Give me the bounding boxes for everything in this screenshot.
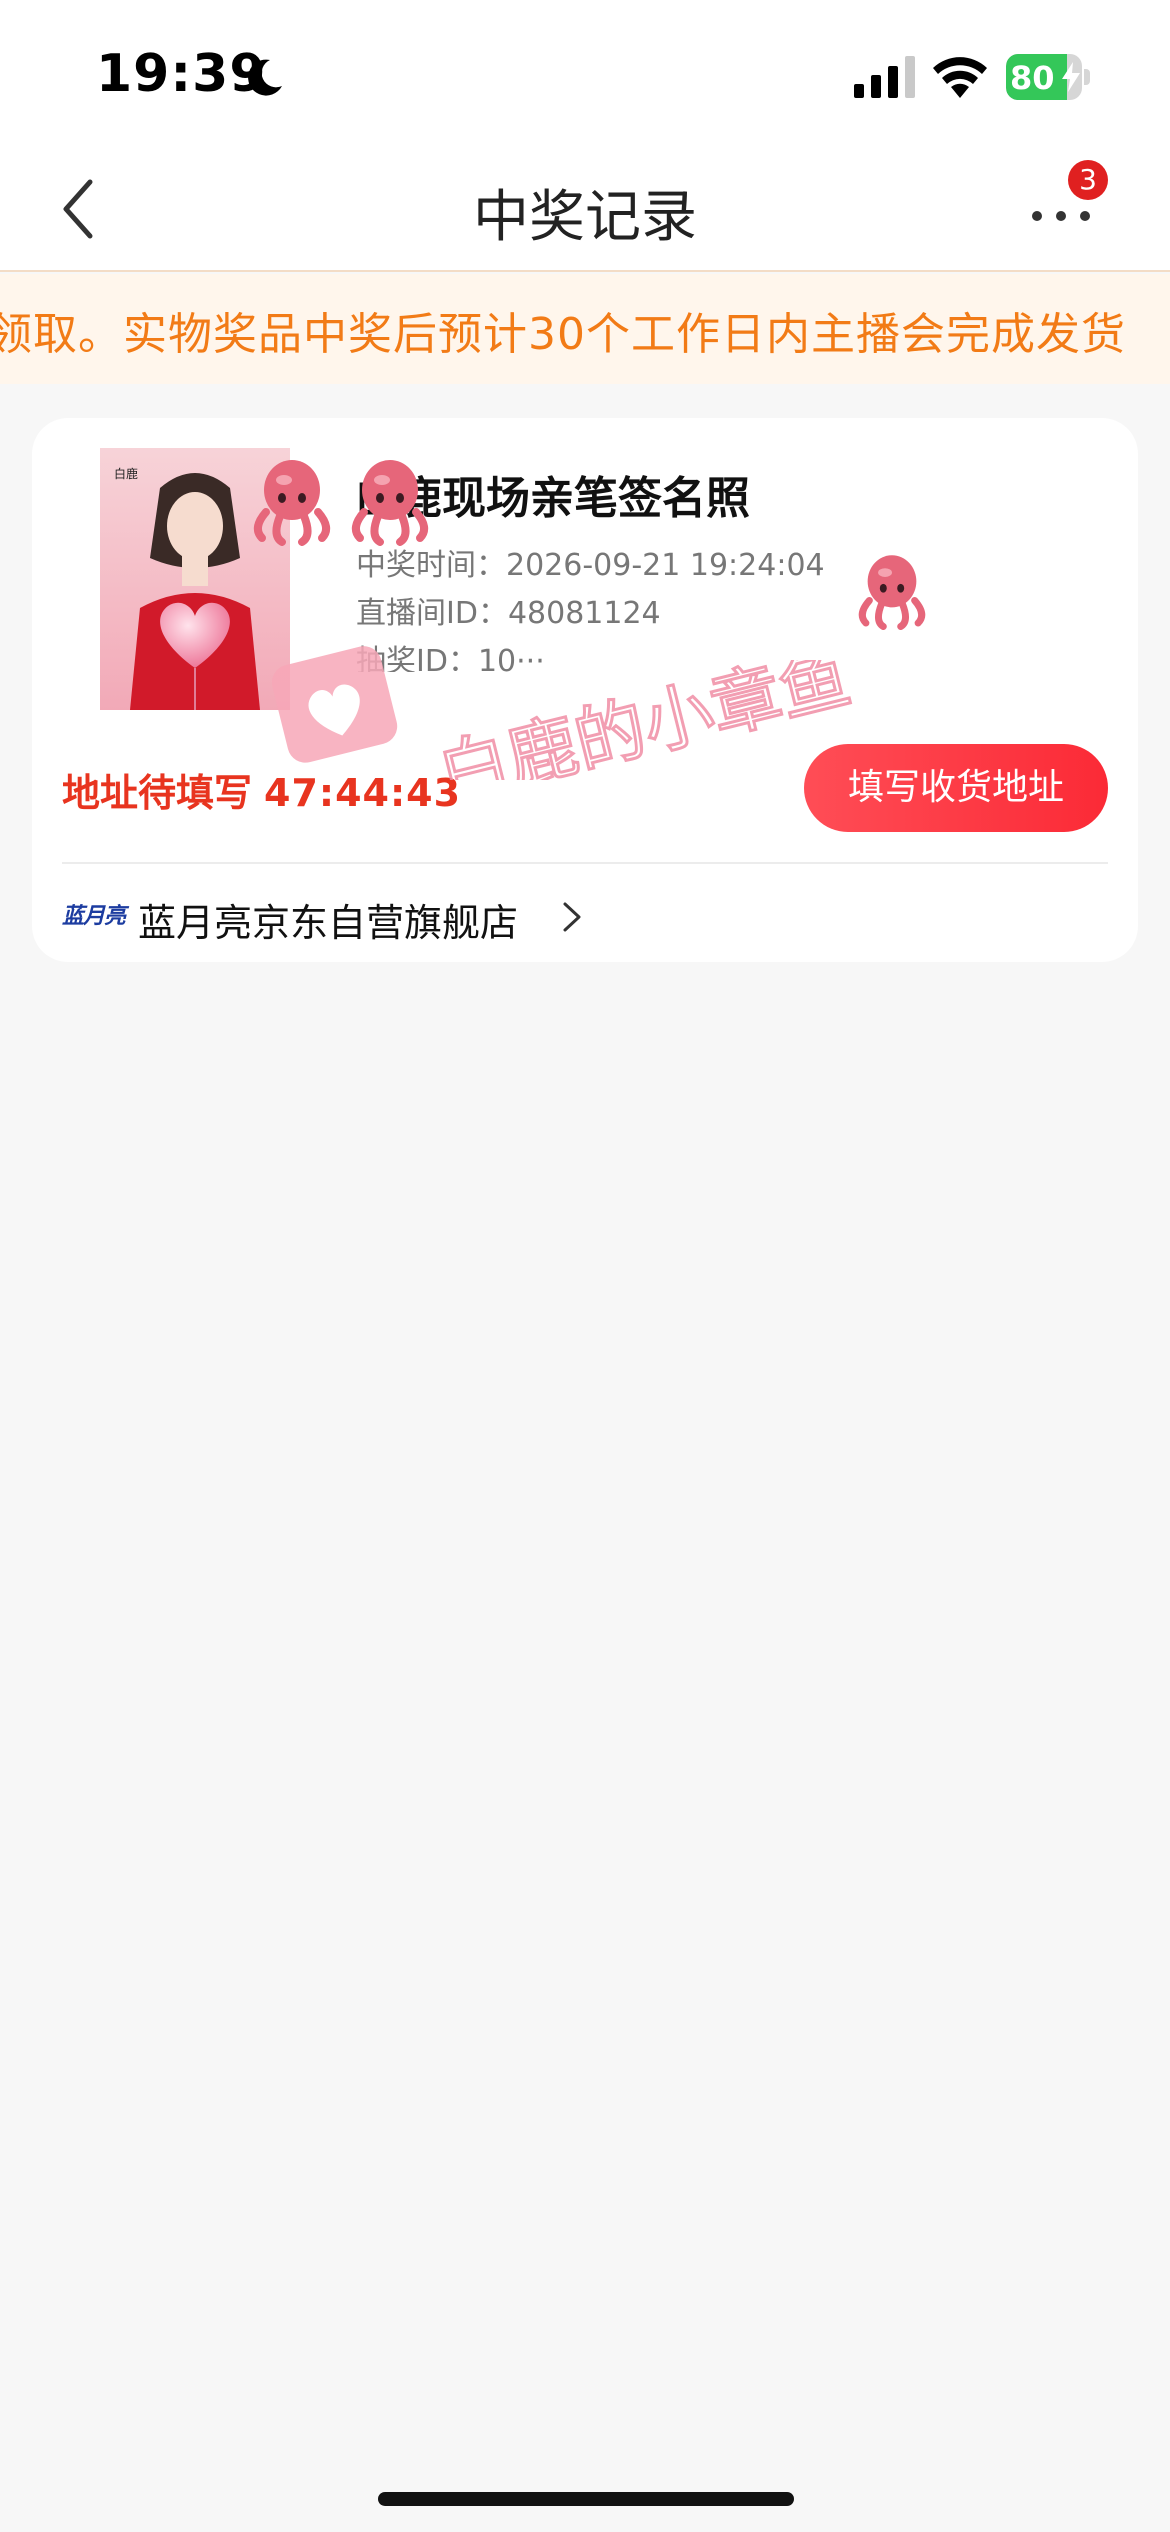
octopus-sticker xyxy=(253,460,331,546)
battery-percent: 80 xyxy=(1010,59,1055,97)
bolt-icon xyxy=(1062,62,1080,92)
battery-charging-icon: 80 xyxy=(1006,54,1090,100)
win-time: 中奖时间：2026-09-21 19:24:04 xyxy=(356,548,825,583)
signal-icon xyxy=(854,56,915,98)
heart-sticker xyxy=(271,646,398,763)
fill-address-button[interactable]: 填写收货地址 xyxy=(804,744,1108,832)
octopus-sticker xyxy=(351,460,429,546)
octopus-sticker xyxy=(858,555,926,630)
notice-banner: 领取。实物奖品中奖后预计30个工作日内主播会完成发货 xyxy=(0,274,1170,384)
shop-name: 蓝月亮京东自营旗舰店 xyxy=(138,901,519,945)
prize-card[interactable]: 白鹿 白鹿现场亲笔签名照 中奖时间：2026-09-21 19:24:04 直播… xyxy=(32,418,1138,962)
address-status-label: 地址待填写 xyxy=(62,771,253,815)
notification-badge: 3 xyxy=(1068,160,1108,200)
chevron-right-icon xyxy=(563,902,581,932)
status-bar: 19:39 80 xyxy=(0,0,1170,150)
shop-logo: 蓝月亮 xyxy=(62,904,126,929)
page-title: 中奖记录 xyxy=(473,185,697,250)
svg-text:白鹿: 白鹿 xyxy=(114,466,138,481)
status-time: 19:39 xyxy=(96,44,267,104)
page: 19:39 80 中奖记录 3 领取。实物奖品中奖后预计30个工作日内主播会完成… xyxy=(0,0,1170,2532)
divider xyxy=(62,862,1108,864)
nav-bar: 中奖记录 3 xyxy=(0,150,1170,272)
moon-icon xyxy=(248,59,282,96)
shop-link[interactable]: 蓝月亮 蓝月亮京东自营旗舰店 xyxy=(62,876,602,952)
home-indicator xyxy=(378,2492,794,2506)
notice-text: 领取。实物奖品中奖后预计30个工作日内主播会完成发货 xyxy=(0,309,1126,360)
wifi-icon xyxy=(933,57,987,98)
live-room-id: 直播间ID：48081124 xyxy=(356,596,661,631)
